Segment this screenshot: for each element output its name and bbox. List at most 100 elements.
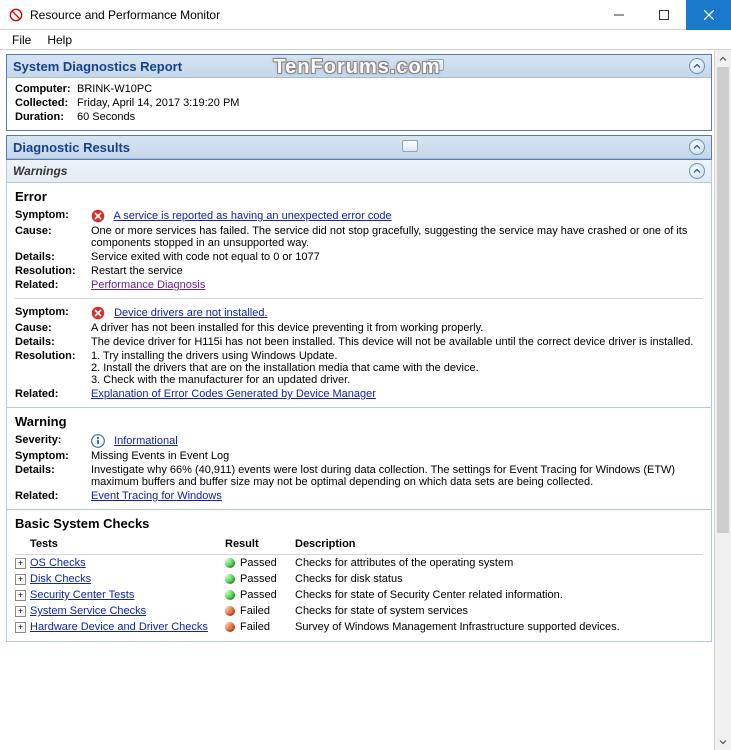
check-name-link[interactable]: Security Center Tests [30, 589, 134, 601]
label-related: Related: [15, 388, 91, 400]
link-related-warning[interactable]: Event Tracing for Windows [91, 490, 222, 502]
table-row: + Disk Checks Passed Checks for disk status [15, 571, 703, 587]
window-controls [596, 0, 731, 29]
expand-icon[interactable]: + [15, 622, 26, 633]
status-dot-fail [225, 622, 235, 632]
scroll-thumb[interactable] [717, 67, 729, 533]
table-row: +System Service ChecksFailedChecks for s… [15, 603, 703, 619]
expand-icon[interactable]: + [15, 574, 26, 585]
check-result: Failed [240, 621, 270, 633]
window-title: Resource and Performance Monitor [30, 8, 596, 22]
value-resolution-2: 2. Install the drivers that are on the i… [91, 362, 703, 374]
value-collected: Friday, April 14, 2017 3:19:20 PM [77, 97, 239, 109]
link-symptom-error1[interactable]: A service is reported as having an unexp… [113, 210, 391, 222]
status-dot-fail [225, 606, 235, 616]
checks-table: Tests Result Description + OS Checks Passe… [15, 535, 703, 635]
section-title-checks: Basic System Checks [15, 516, 703, 535]
maximize-button[interactable] [641, 0, 686, 30]
info-icon [91, 434, 105, 448]
label-related: Related: [15, 490, 91, 502]
value-details: Service exited with code not equal to 0 … [91, 251, 703, 263]
label-cause: Cause: [15, 322, 91, 334]
value-symptom: Missing Events in Event Log [91, 450, 703, 462]
check-result: Passed [240, 589, 277, 601]
value-cause: One or more services has failed. The ser… [91, 225, 703, 249]
scroll-track[interactable] [715, 67, 731, 733]
value-cause: A driver has not been installed for this… [91, 322, 703, 334]
section-title-error: Error [15, 189, 703, 208]
scroll-up-button[interactable] [715, 50, 731, 67]
minimize-button[interactable] [596, 0, 641, 30]
label-symptom: Symptom: [15, 209, 91, 221]
window-titlebar: Resource and Performance Monitor [0, 0, 731, 30]
value-computer: BRINK-W10PC [77, 83, 152, 95]
menu-file[interactable]: File [4, 31, 39, 49]
value-resolution-3: 3. Check with the manufacturer for an up… [91, 374, 703, 386]
menu-help[interactable]: Help [39, 31, 80, 49]
label-resolution: Resolution: [15, 265, 91, 277]
label-severity: Severity: [15, 434, 91, 446]
expand-icon[interactable]: + [15, 558, 26, 569]
label-cause: Cause: [15, 225, 91, 237]
status-dot-pass [225, 558, 235, 568]
panel-title: Diagnostic Results [13, 140, 130, 155]
check-result: Passed [240, 557, 277, 569]
checks-table-head: Tests Result Description [15, 535, 703, 555]
col-head-desc: Description [295, 538, 703, 550]
label-details: Details: [15, 251, 91, 263]
label-symptom: Symptom: [15, 306, 91, 318]
label-details: Details: [15, 336, 91, 348]
link-related-error1[interactable]: Performance Diagnosis [91, 279, 205, 291]
check-name-link[interactable]: Disk Checks [30, 573, 91, 585]
check-name-link[interactable]: Hardware Device and Driver Checks [30, 621, 208, 633]
check-name-link[interactable]: System Service Checks [30, 605, 146, 617]
menubar: File Help [0, 30, 731, 50]
expand-icon[interactable]: + [15, 590, 26, 601]
scroll-down-button[interactable] [715, 733, 731, 750]
panel-header-report[interactable]: System Diagnostics Report [7, 55, 711, 78]
collapse-button[interactable] [689, 163, 705, 179]
section-title-warning: Warning [15, 414, 703, 433]
divider [15, 298, 703, 299]
close-button[interactable] [686, 0, 731, 30]
section-error: Error Symptom: A service is reported as … [6, 183, 712, 408]
panel-header-diagnostic-results[interactable]: Diagnostic Results [7, 136, 711, 159]
check-result: Passed [240, 573, 277, 585]
status-dot-pass [225, 574, 235, 584]
error-icon [91, 209, 105, 223]
collapse-button[interactable] [689, 139, 705, 155]
value-duration: 60 Seconds [77, 111, 135, 123]
status-dot-pass [225, 590, 235, 600]
app-icon [8, 7, 24, 23]
check-name-link[interactable]: OS Checks [30, 557, 86, 569]
section-warning: Warning Severity: Informational Symptom:… [6, 408, 712, 510]
panel-system-diagnostics-report: System Diagnostics Report Computer:BRINK… [6, 54, 712, 131]
check-desc: Survey of Windows Management Infrastruct… [295, 621, 703, 633]
section-basic-system-checks: Basic System Checks Tests Result Descrip… [6, 510, 712, 642]
vertical-scrollbar[interactable] [714, 50, 731, 750]
link-severity[interactable]: Informational [114, 435, 178, 447]
expand-icon[interactable]: + [15, 606, 26, 617]
check-desc: Checks for state of Security Center rela… [295, 589, 703, 601]
sub-header-title: Warnings [13, 164, 689, 178]
error-icon [91, 306, 105, 320]
panel-title: System Diagnostics Report [13, 59, 182, 74]
link-symptom-error2[interactable]: Device drivers are not installed. [114, 307, 267, 319]
table-row: + OS Checks Passed Checks for attributes of… [15, 555, 703, 571]
sub-header-warnings[interactable]: Warnings [6, 160, 712, 183]
link-related-error2[interactable]: Explanation of Error Codes Generated by … [91, 388, 376, 400]
panel-center-icon [130, 140, 689, 155]
panel-diagnostic-results: Diagnostic Results [6, 135, 712, 160]
table-row: + Security Center Tests Passed Checks for s… [15, 587, 703, 603]
check-desc: Checks for attributes of the operating s… [295, 557, 703, 569]
collapse-button[interactable] [689, 58, 705, 74]
label-duration: Duration: [15, 111, 77, 123]
label-computer: Computer: [15, 83, 77, 95]
report-content: TenForums.com System Diagnostics Report … [0, 50, 714, 750]
value-resolution-1: 1. Try installing the drivers using Wind… [91, 350, 703, 362]
label-symptom: Symptom: [15, 450, 91, 462]
value-details: Investigate why 66% (40,911) events were… [91, 464, 703, 488]
value-resolution: Restart the service [91, 265, 703, 277]
check-result: Failed [240, 605, 270, 617]
check-desc: Checks for disk status [295, 573, 703, 585]
